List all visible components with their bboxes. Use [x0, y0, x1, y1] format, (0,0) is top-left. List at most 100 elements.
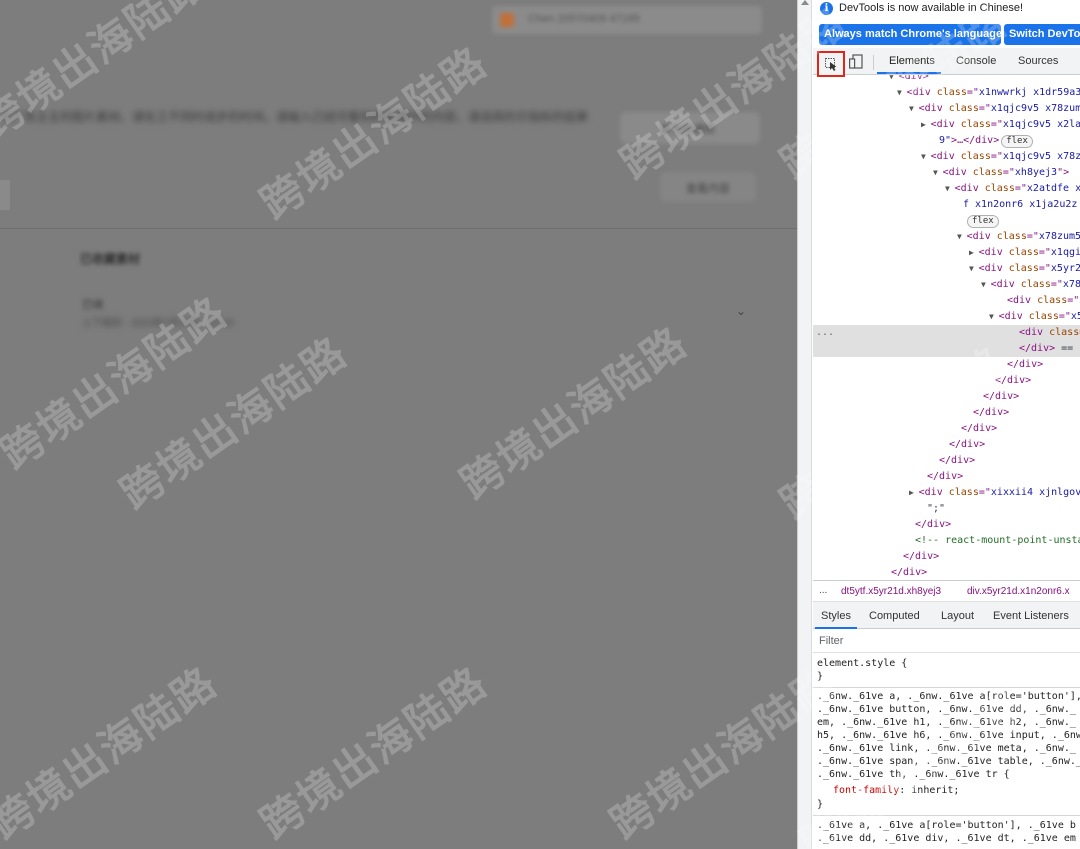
breadcrumb-item[interactable]: div.x5yr21d.x1n2onr6.x: [967, 586, 1070, 597]
expand-triangle-icon[interactable]: ▶: [969, 248, 979, 257]
css-line: ._61ve a, ._61ve a[role='button'], ._61v…: [817, 820, 1076, 831]
dom-node-line[interactable]: </div>: [813, 373, 1080, 389]
dom-node-line[interactable]: ▼ <div class="x1nwwrkj x1dr59a3: [813, 85, 1080, 101]
dom-token: class: [1020, 279, 1051, 290]
view-content-button[interactable]: 查看内容: [660, 172, 756, 202]
dom-node-line[interactable]: </div>: [813, 421, 1080, 437]
dom-node-line[interactable]: </div>: [813, 437, 1080, 453]
css-line: h5, ._6nw._61ve h6, ._6nw._61ve input, .…: [817, 730, 1080, 741]
collapse-triangle-icon[interactable]: ▼: [981, 280, 991, 289]
dom-node-line[interactable]: </div>: [813, 357, 1080, 373]
dom-token: </div>: [995, 375, 1032, 386]
device-toolbar-icon[interactable]: [849, 54, 863, 74]
css-declaration[interactable]: font-family: inherit;: [833, 784, 959, 797]
css-property: font-family: [833, 785, 900, 796]
dom-token: <div>: [898, 75, 929, 82]
inspect-element-button[interactable]: [817, 51, 845, 77]
dom-node-line[interactable]: ▼ <div class="x2atdfe x: [813, 181, 1080, 197]
node-actions-ellipsis[interactable]: ...: [816, 325, 834, 341]
css-line: element.style {: [817, 658, 908, 669]
dom-token: x1qgi: [1050, 247, 1080, 258]
dom-node-line[interactable]: ▼ <div class="x78zum5: [813, 229, 1080, 245]
dom-node-line[interactable]: ▼ <div class="x1qjc9v5 x78zum5: [813, 101, 1080, 117]
dom-token: </div>: [939, 455, 976, 466]
dom-token: </div>: [891, 567, 928, 578]
dom-token: x5yr2: [1050, 263, 1080, 274]
dom-node-line[interactable]: </div>: [813, 453, 1080, 469]
flex-badge[interactable]: flex: [967, 215, 999, 228]
dom-node-line[interactable]: ▼ <div class="x5yr2: [813, 261, 1080, 277]
tab-console[interactable]: Console: [956, 55, 996, 67]
collapse-triangle-icon[interactable]: ▼: [889, 75, 899, 81]
dom-node-line[interactable]: <div class="xh: [813, 293, 1080, 309]
tab-elements[interactable]: Elements: [889, 55, 935, 67]
dom-node-line[interactable]: </div>: [813, 405, 1080, 421]
tab-styles[interactable]: Styles: [821, 610, 851, 622]
dom-token: class: [936, 87, 967, 98]
breadcrumb-overflow[interactable]: ...: [819, 585, 827, 596]
dom-node-line[interactable]: ▶ <div class="x1qgi: [813, 245, 1080, 261]
dom-node-line[interactable]: ...<div class=": [813, 325, 1080, 341]
match-language-button[interactable]: Always match Chrome's language: [819, 24, 1001, 45]
dom-node-line[interactable]: ▶ <div class="xixxii4 xjnlgov: [813, 485, 1080, 501]
dom-token: class: [948, 103, 979, 114]
dom-token: xixxii4 xjnlgov: [990, 487, 1080, 498]
notify-button-label: 多为的通知: [660, 124, 715, 136]
dom-node-line[interactable]: </div>: [813, 469, 1080, 485]
collapse-triangle-icon[interactable]: ▼: [909, 104, 919, 113]
dom-node-line[interactable]: <!-- react-mount-point-unstable: [813, 533, 1080, 549]
dom-token: =": [1002, 167, 1015, 178]
dom-node-line[interactable]: ▼ <div class="x1qjc9v5 x78zum5: [813, 149, 1080, 165]
dom-token: <div: [906, 87, 937, 98]
dom-node-line[interactable]: </div>: [813, 565, 1080, 580]
collapse-triangle-icon[interactable]: ▼: [897, 88, 907, 97]
css-line: ._6nw._61ve link, ._6nw._61ve meta, ._6n…: [817, 743, 1076, 754]
tab-sources[interactable]: Sources: [1018, 55, 1058, 67]
elements-tree: ▼ <div> ▼ <div class="x1nwwrkj x1dr59a3 ▼ …: [813, 75, 1080, 580]
dom-node-line[interactable]: flex: [813, 213, 1080, 229]
dom-token: x1qjc9v5 x78zum5: [990, 103, 1080, 114]
dom-node-line[interactable]: ";": [813, 501, 1080, 517]
collapse-triangle-icon[interactable]: ▼: [957, 232, 967, 241]
dom-node-line[interactable]: </div>: [813, 549, 1080, 565]
collapse-triangle-icon[interactable]: ▼: [945, 184, 955, 193]
collapse-triangle-icon[interactable]: ▼: [989, 312, 999, 321]
css-value: : inherit;: [899, 785, 960, 796]
dom-token: =": [1026, 231, 1039, 242]
devtools-panel: i DevTools is now available in Chinese! …: [797, 0, 1080, 849]
collapse-triangle-icon[interactable]: ▼: [969, 264, 979, 273]
page-scrollbar[interactable]: [798, 0, 812, 849]
left-edge-control[interactable]: [0, 180, 10, 210]
dom-node-line[interactable]: </div> == $0: [813, 341, 1080, 357]
dom-node-line[interactable]: ▼ <div class="x5: [813, 309, 1080, 325]
tab-layout[interactable]: Layout: [941, 610, 974, 622]
switch-language-button[interactable]: Switch DevTools to Chinese: [1004, 24, 1080, 45]
notify-button[interactable]: 多为的通知: [620, 112, 760, 144]
expand-triangle-icon[interactable]: ▶: [921, 120, 931, 129]
dom-token: xh8yej3: [1014, 167, 1058, 178]
collapse-triangle-icon[interactable]: ▼: [921, 152, 931, 161]
account-pill[interactable]: Chen 20570409 47195: [492, 6, 762, 34]
dom-node-line[interactable]: f x1n2onr6 x1ja2u2z x: [813, 197, 1080, 213]
flex-badge[interactable]: flex: [1001, 135, 1033, 148]
dom-node-line[interactable]: ▼ <div>: [813, 75, 1080, 85]
dom-node-line[interactable]: </div>: [813, 389, 1080, 405]
dom-node-line[interactable]: ▶ <div class="x1qjc9v5 x2lah0s: [813, 117, 1080, 133]
collapse-triangle-icon[interactable]: ▼: [933, 168, 943, 177]
tab-event-listeners[interactable]: Event Listeners: [993, 610, 1069, 622]
styles-filter-input[interactable]: Filter: [813, 629, 1080, 653]
dom-node-line[interactable]: ▼ <div class="xh8yej3">: [813, 165, 1080, 181]
dom-token: class: [1049, 327, 1080, 338]
dom-token: x78: [1062, 279, 1080, 290]
dom-token: >…</div>: [951, 135, 1000, 146]
tab-computed[interactable]: Computed: [869, 610, 920, 622]
dom-node-line[interactable]: </div>: [813, 517, 1080, 533]
chevron-down-icon[interactable]: ⌄: [736, 304, 746, 318]
breadcrumb-item[interactable]: dt5ytf.x5yr21d.xh8yej3: [841, 586, 941, 597]
dom-token: </div>: [973, 407, 1010, 418]
notice-message: DevTools is now available in Chinese!: [839, 2, 1024, 14]
dom-node-line[interactable]: 9">…</div> flex: [813, 133, 1080, 149]
dom-node-line[interactable]: ▼ <div class="x78: [813, 277, 1080, 293]
dom-token: class: [1037, 295, 1068, 306]
expand-triangle-icon[interactable]: ▶: [909, 488, 919, 497]
